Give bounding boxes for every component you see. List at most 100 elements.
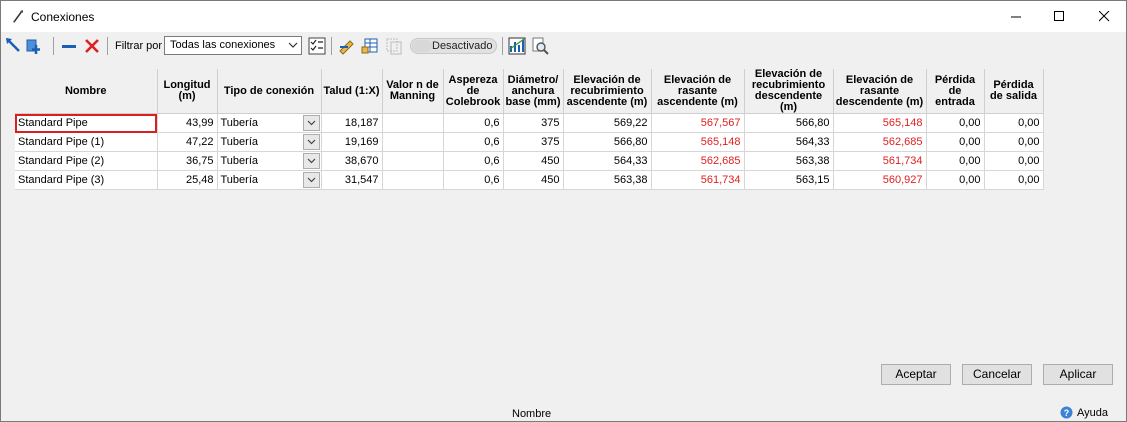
cell-invert-up[interactable]: 561,734 — [651, 170, 745, 190]
cell-invert-down[interactable]: 562,685 — [833, 132, 927, 152]
header-row: Nombre Longitud (m) Tipo de conexión Tal… — [15, 69, 1044, 114]
type-dropdown-button[interactable] — [302, 153, 320, 169]
cell-length[interactable]: 47,22 — [157, 132, 218, 152]
table-row[interactable]: Standard Pipe (1) 47,22 Tubería 19,169 0… — [15, 132, 1044, 152]
cell-colebrook[interactable]: 0,6 — [443, 132, 504, 152]
cell-manning[interactable] — [382, 113, 444, 133]
col-header-perdida-entrada[interactable]: Pérdida de entrada — [926, 69, 985, 114]
cell-diameter[interactable]: 375 — [503, 132, 564, 152]
cell-name[interactable]: Standard Pipe (1) — [15, 132, 158, 152]
type-dropdown-button[interactable] — [302, 115, 320, 131]
disabled-tool-button[interactable] — [384, 36, 404, 56]
report-chart-icon — [508, 37, 526, 55]
col-header-diametro[interactable]: Diámetro/ anchura base (mm) — [503, 69, 564, 114]
toggle-switch[interactable]: Desactivado — [410, 38, 497, 54]
cell-slope[interactable]: 18,187 — [321, 113, 383, 133]
accept-button[interactable]: Aceptar — [881, 364, 951, 385]
col-header-manning[interactable]: Valor n de Manning — [382, 69, 444, 114]
cell-colebrook[interactable]: 0,6 — [443, 170, 504, 190]
filter-options-button[interactable] — [307, 36, 327, 56]
maximize-button[interactable] — [1037, 1, 1081, 32]
table-settings-button[interactable] — [360, 36, 380, 56]
col-header-colebrook[interactable]: Aspereza de Colebrook — [443, 69, 504, 114]
cell-loss-in[interactable]: 0,00 — [926, 170, 985, 190]
cell-manning[interactable] — [382, 151, 444, 171]
cell-invert-up[interactable]: 567,567 — [651, 113, 745, 133]
table-row[interactable]: Standard Pipe (3) 25,48 Tubería 31,547 0… — [15, 170, 1044, 190]
cell-cover-up[interactable]: 564,33 — [563, 151, 652, 171]
cell-cover-up[interactable]: 563,38 — [563, 170, 652, 190]
col-header-tipo[interactable]: Tipo de conexión — [217, 69, 322, 114]
report-button[interactable] — [507, 36, 527, 56]
cell-cover-down[interactable]: 564,33 — [744, 132, 834, 152]
cell-invert-up[interactable]: 562,685 — [651, 151, 745, 171]
col-header-longitud[interactable]: Longitud (m) — [157, 69, 218, 114]
col-header-rasante-asc[interactable]: Elevación de rasante ascendente (m) — [651, 69, 745, 114]
cell-loss-out[interactable]: 0,00 — [984, 132, 1044, 152]
pick-connection-button[interactable] — [4, 36, 24, 56]
cell-colebrook[interactable]: 0,6 — [443, 151, 504, 171]
cell-connection-type[interactable]: Tubería — [217, 113, 322, 133]
table-row[interactable]: Standard Pipe (2) 36,75 Tubería 38,670 0… — [15, 151, 1044, 171]
filter-label: Filtrar por — [115, 40, 163, 52]
cell-loss-out[interactable]: 0,00 — [984, 151, 1044, 171]
col-header-recub-desc[interactable]: Elevación de recubrimiento descendente (… — [744, 69, 834, 114]
delete-button[interactable] — [82, 36, 102, 56]
cell-name[interactable]: Standard Pipe (2) — [15, 151, 158, 171]
minimize-button[interactable] — [994, 1, 1038, 32]
close-button[interactable] — [1082, 1, 1126, 32]
col-header-talud[interactable]: Talud (1:X) — [321, 69, 383, 114]
cell-name[interactable]: Standard Pipe (3) — [15, 170, 158, 190]
cell-manning[interactable] — [382, 170, 444, 190]
col-header-rasante-desc[interactable]: Elevación de rasante descendente (m) — [833, 69, 927, 114]
cell-invert-down[interactable]: 560,927 — [833, 170, 927, 190]
type-dropdown-button[interactable] — [302, 134, 320, 150]
connections-grid: Nombre Longitud (m) Tipo de conexión Tal… — [15, 69, 1044, 190]
cell-connection-type[interactable]: Tubería — [217, 132, 322, 152]
apply-button[interactable]: Aplicar — [1043, 364, 1113, 385]
cell-cover-up[interactable]: 569,22 — [563, 113, 652, 133]
help-link[interactable]: ? Ayuda — [1060, 406, 1108, 419]
cell-diameter[interactable]: 450 — [503, 151, 564, 171]
cell-slope[interactable]: 19,169 — [321, 132, 383, 152]
remove-connection-button[interactable] — [59, 36, 79, 56]
cell-length[interactable]: 36,75 — [157, 151, 218, 171]
cell-cover-up[interactable]: 566,80 — [563, 132, 652, 152]
add-connection-button[interactable] — [23, 36, 43, 56]
cell-diameter[interactable]: 375 — [503, 113, 564, 133]
filter-dropdown[interactable]: Todas las conexiones — [164, 36, 302, 55]
cell-slope[interactable]: 38,670 — [321, 151, 383, 171]
filter-value: Todas las conexiones — [170, 39, 276, 51]
cell-invert-up[interactable]: 565,148 — [651, 132, 745, 152]
cell-loss-in[interactable]: 0,00 — [926, 151, 985, 171]
cell-cover-down[interactable]: 563,15 — [744, 170, 834, 190]
col-header-recub-asc[interactable]: Elevación de recubrimiento ascendente (m… — [563, 69, 652, 114]
cell-cover-down[interactable]: 566,80 — [744, 113, 834, 133]
cell-manning[interactable] — [382, 132, 444, 152]
chevron-down-icon — [307, 139, 315, 145]
cancel-button[interactable]: Cancelar — [962, 364, 1032, 385]
preview-button[interactable] — [530, 36, 550, 56]
cell-length[interactable]: 25,48 — [157, 170, 218, 190]
cell-loss-in[interactable]: 0,00 — [926, 132, 985, 152]
cell-loss-out[interactable]: 0,00 — [984, 113, 1044, 133]
cell-name[interactable]: Standard Pipe — [15, 113, 158, 133]
cell-invert-down[interactable]: 565,148 — [833, 113, 927, 133]
cell-slope[interactable]: 31,547 — [321, 170, 383, 190]
cell-loss-in[interactable]: 0,00 — [926, 113, 985, 133]
col-header-perdida-salida[interactable]: Pérdida de salida — [984, 69, 1044, 114]
cell-length[interactable]: 43,99 — [157, 113, 218, 133]
edit-properties-button[interactable] — [337, 36, 357, 56]
cell-cover-down[interactable]: 563,38 — [744, 151, 834, 171]
col-header-nombre[interactable]: Nombre — [15, 69, 158, 114]
cell-connection-type[interactable]: Tubería — [217, 151, 322, 171]
cell-connection-type[interactable]: Tubería — [217, 170, 322, 190]
cell-colebrook[interactable]: 0,6 — [443, 113, 504, 133]
cell-invert-down[interactable]: 561,734 — [833, 151, 927, 171]
cell-diameter[interactable]: 450 — [503, 170, 564, 190]
minus-icon — [62, 45, 76, 48]
type-dropdown-button[interactable] — [302, 172, 320, 188]
table-row[interactable]: Standard Pipe 43,99 Tubería 18,187 0,6 3… — [15, 113, 1044, 133]
cell-loss-out[interactable]: 0,00 — [984, 170, 1044, 190]
chevron-down-icon — [288, 42, 298, 48]
